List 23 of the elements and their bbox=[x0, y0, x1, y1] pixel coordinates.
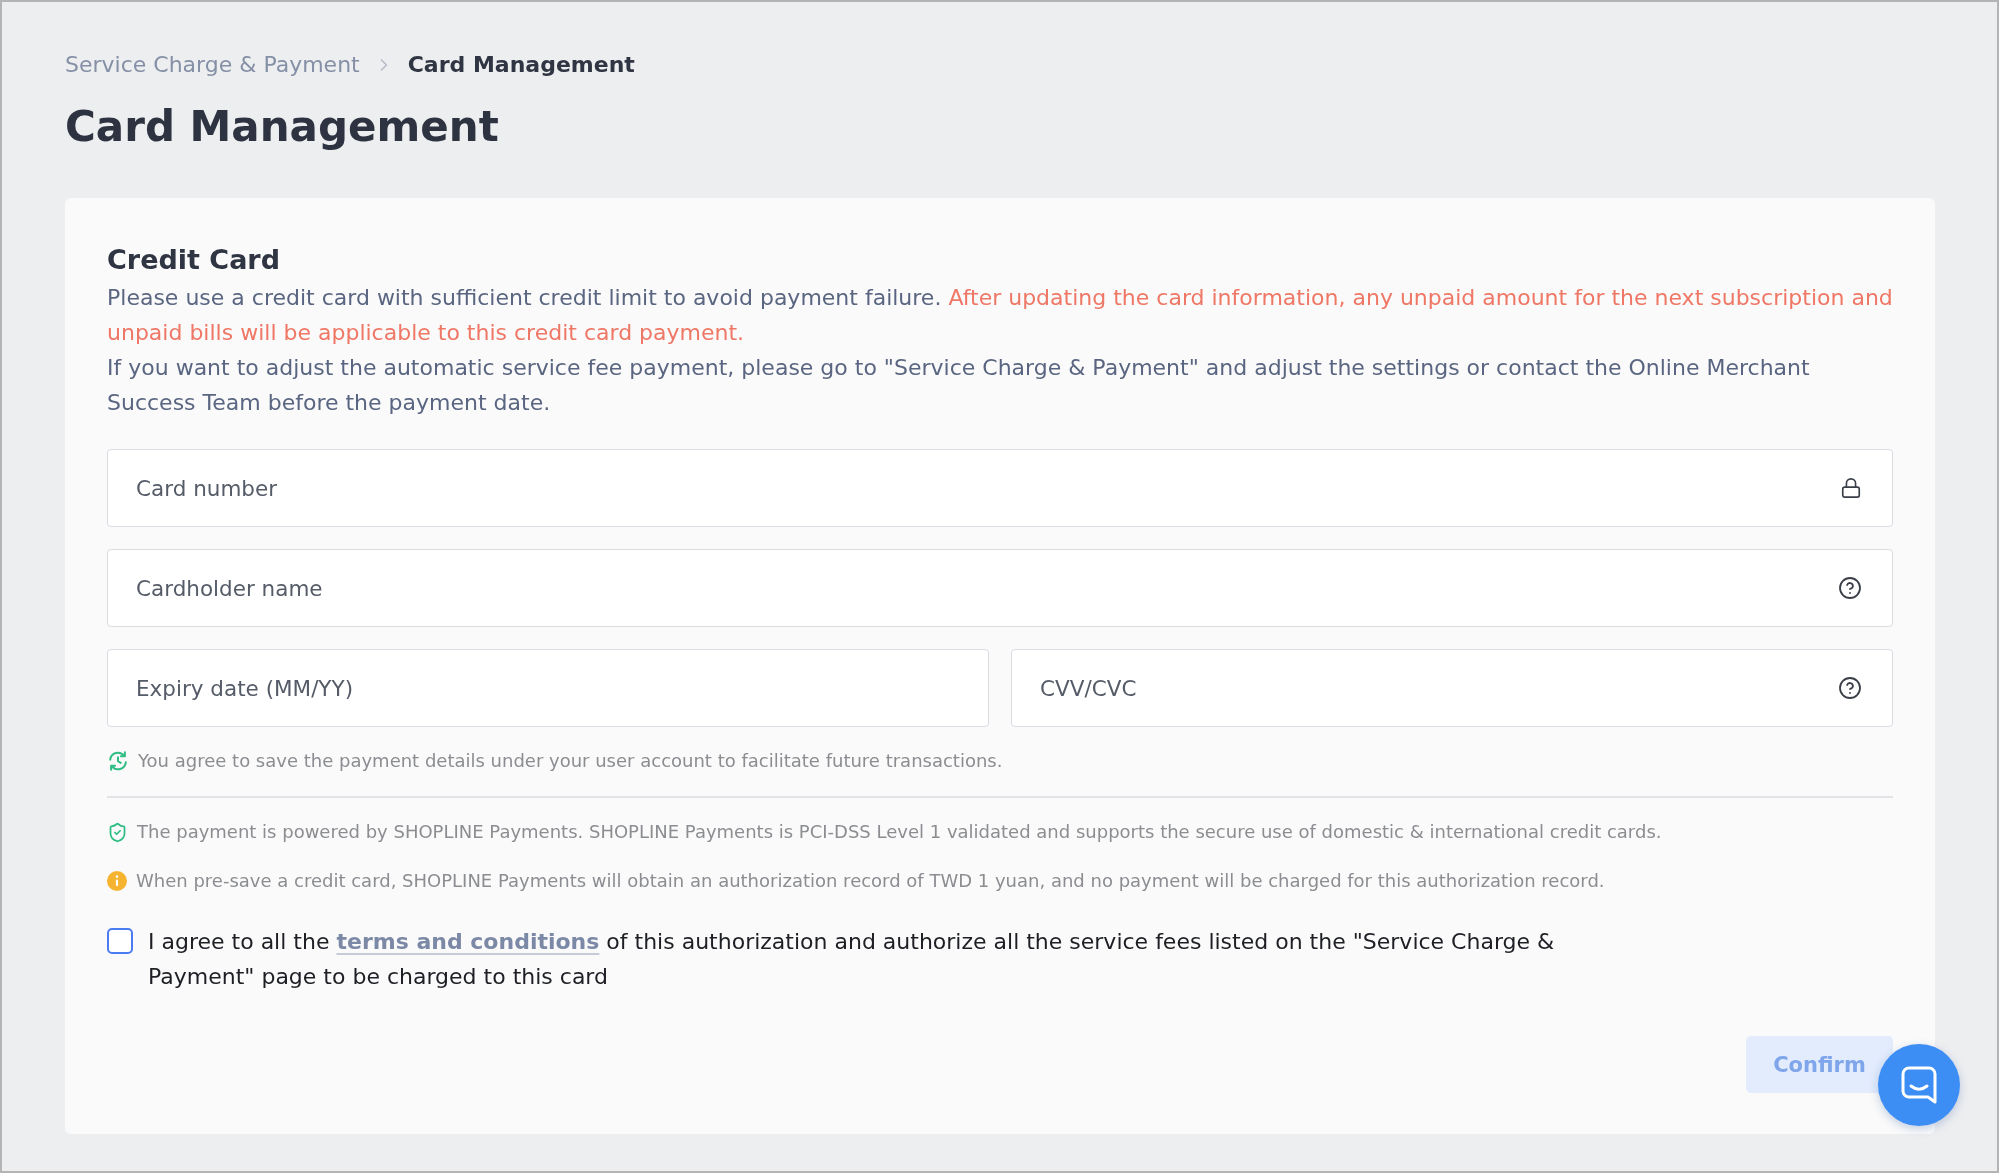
breadcrumb-link[interactable]: Service Charge & Payment bbox=[65, 49, 360, 81]
clock-refresh-icon bbox=[107, 750, 129, 772]
page-title: Card Management bbox=[65, 101, 499, 153]
info-icon bbox=[107, 871, 127, 891]
input-field[interactable]: Card number bbox=[107, 449, 1893, 527]
input-field[interactable]: Cardholder name bbox=[107, 549, 1893, 627]
note-text: When pre-save a credit card, SHOPLINE Payments will obtain an authorization record of TWD 1 yuan, and no payment will be charged for this authorization record. bbox=[136, 869, 1605, 893]
consent-text: I agree to all the terms and conditions of this authorization and authorize all the service fees listed on the "Service Charge & Payment" page to be charged to this card bbox=[148, 928, 1556, 991]
input-field[interactable]: CVV/CVC bbox=[1011, 649, 1893, 727]
note-text: The payment is powered by SHOPLINE Payments. SHOPLINE Payments is PCI-DSS Level 1 validated and supports the secure use of domestic & international credit cards. bbox=[137, 820, 1662, 844]
chat-bubble-icon bbox=[1901, 1066, 1937, 1104]
notice-text: If you want to adjust the automatic service fee payment, please go to "Service Charge & Payment" and adjust the settings or contact the Online Merchant Success Team before the payment date. bbox=[107, 354, 1811, 417]
shield-check-icon bbox=[107, 821, 128, 843]
lock-icon bbox=[1840, 477, 1862, 499]
section-title: Credit Card bbox=[107, 243, 280, 277]
help-icon[interactable] bbox=[1838, 576, 1862, 600]
help-icon[interactable] bbox=[1838, 676, 1862, 700]
notice-text: Please use a credit card with sufficient credit limit to avoid payment failure. After updating the card information, any unpaid amount for the next subscription and unpaid bills will be applicable to this credit card payment. bbox=[107, 284, 1893, 347]
terms-link[interactable]: terms and conditions bbox=[336, 929, 600, 954]
input-field[interactable]: Expiry date (MM/YY) bbox=[107, 649, 989, 727]
checkbox[interactable] bbox=[107, 928, 133, 954]
breadcrumb-current: Card Management bbox=[407, 51, 635, 79]
note-text: You agree to save the payment details under your user account to facilitate future transactions. bbox=[138, 749, 1003, 773]
